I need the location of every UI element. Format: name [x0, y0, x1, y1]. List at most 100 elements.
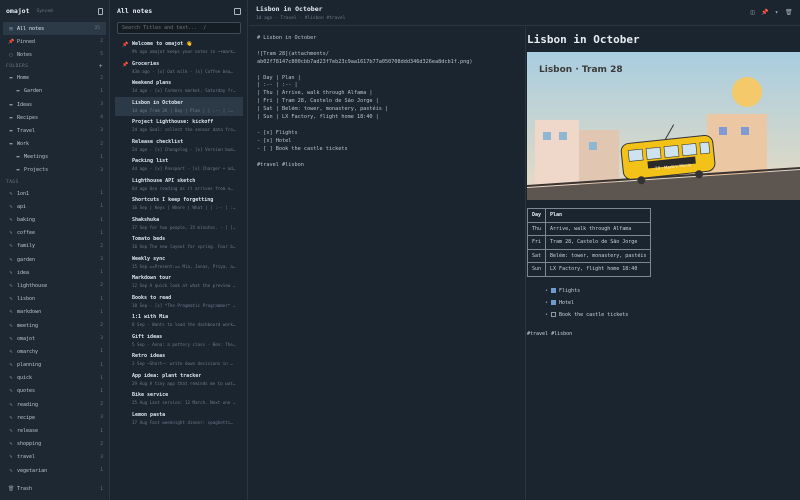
- note-item-title: Weekly sync: [132, 255, 166, 262]
- sidebar-item-notes[interactable]: ▢ Notes 5: [0, 48, 109, 61]
- search-input[interactable]: [122, 25, 236, 31]
- sidebar-item-quick[interactable]: ✎ quick 1: [0, 372, 109, 385]
- sidebar-item-baking[interactable]: ✎ baking 1: [0, 213, 109, 226]
- sidebar-item-label: omajot: [17, 335, 36, 342]
- note-list-item[interactable]: 1:1 with Mia 8 Sep - Wants to lead the da…: [115, 311, 243, 331]
- note-list-item[interactable]: Markdown tour 12 Sep A quick look at what…: [115, 272, 243, 292]
- note-list-item[interactable]: Lemon pasta 17 Aug Fast weeknight dinner:…: [115, 409, 243, 429]
- task-checkbox[interactable]: [551, 300, 557, 305]
- sidebar-item-home[interactable]: ▬ Home 2: [0, 72, 109, 85]
- sidebar-item-label: All notes: [17, 25, 45, 32]
- note-list-item[interactable]: App idea: plant tracker 29 Aug A tiny app…: [115, 370, 243, 390]
- trash-icon: 🗑: [8, 486, 15, 493]
- pin-note-icon[interactable]: 📌: [761, 9, 768, 16]
- note-list-item[interactable]: Release checklist 2d ago - [x] Changelog …: [115, 136, 243, 156]
- sidebar-item-trash[interactable]: 🗑 Trash 1: [0, 483, 109, 496]
- sidebar-item-all-notes[interactable]: ▤ All notes 25: [3, 22, 106, 36]
- note-list-item[interactable]: Packing list 4d ago - [x] Passport - [x] …: [115, 155, 243, 175]
- sidebar-item-projects[interactable]: ▬ Projects 3: [0, 164, 109, 177]
- sidebar-item-travel[interactable]: ✎ travel 3: [0, 451, 109, 464]
- note-list-item[interactable]: Shakshuka 17 Sep for two people, 25 minut…: [115, 214, 243, 234]
- new-note-icon[interactable]: [234, 7, 241, 15]
- note-list-item[interactable]: Books to read 10 Sep - [x] *The Pragmatic…: [115, 292, 243, 312]
- note-list-item[interactable]: 📌 Welcome to omajot 👋 9h ago omajot keeps …: [115, 38, 243, 58]
- table-row: Sat Belém: tower, monastery, pastéis: [526, 248, 652, 263]
- plan-table: Day Plan Thu Arrive, walk through Alfama Fr…: [526, 208, 652, 277]
- note-list-item[interactable]: Weekly sync 15 Sep ==Present:== Mia, Jona…: [115, 253, 243, 273]
- sidebar-item-ideas[interactable]: ▬ Ideas 3: [0, 98, 109, 111]
- note-list-item[interactable]: Lighthouse API sketch 6d ago Use reading …: [115, 175, 243, 195]
- sync-status: Synced: [36, 8, 53, 14]
- sidebar-item-family[interactable]: ✎ family 2: [0, 240, 109, 253]
- sidebar-item-pinned[interactable]: 📌 Pinned 2: [0, 35, 109, 48]
- note-list-item[interactable]: Lisbon in October 1d ago Tram 28 | Day | …: [115, 96, 243, 116]
- note-list-item[interactable]: Tomato beds 16 Sep The new layout for spr…: [115, 233, 243, 253]
- note-item-title: Bike service: [132, 392, 169, 398]
- device-icon[interactable]: [98, 7, 103, 15]
- sidebar-item-count: 1: [100, 204, 103, 210]
- sidebar-item-reading[interactable]: ✎ reading 2: [0, 398, 109, 411]
- note-item-preview: 2d ago Goal: collect the sensor data fro…: [132, 127, 236, 132]
- sidebar-item-release[interactable]: ✎ release 1: [0, 424, 109, 437]
- sidebar-item-count: 1: [100, 296, 103, 302]
- sidebar-item-recipes[interactable]: ▬ Recipes 4: [0, 111, 109, 124]
- tag-icon: ✎: [9, 362, 13, 369]
- sidebar-item-count: 1: [100, 388, 103, 394]
- task-checkbox[interactable]: [551, 288, 557, 293]
- split-view-icon[interactable]: ◫: [749, 9, 756, 16]
- tag-icon: ✎: [9, 454, 13, 461]
- task-item: • Hotel: [545, 297, 800, 309]
- sidebar-item-garden[interactable]: ▬ Garden 1: [0, 85, 109, 98]
- note-list-item[interactable]: 📌 Groceries 43m ago - [x] Oat milk - [x] C…: [115, 58, 243, 78]
- sidebar-item-garden[interactable]: ✎ garden 3: [0, 253, 109, 266]
- note-list-item[interactable]: Project Lighthouse: kickoff 2d ago Goal: …: [115, 116, 243, 136]
- sidebar-item-meetings[interactable]: ▬ Meetings 1: [0, 151, 109, 164]
- sidebar-item-planning[interactable]: ✎ planning 1: [0, 359, 109, 372]
- table-header-cell: Plan: [545, 208, 652, 223]
- task-item: • Flights: [545, 285, 800, 297]
- sidebar-item-quotes[interactable]: ✎ quotes 1: [0, 385, 109, 398]
- table-header-cell: Day: [526, 208, 547, 223]
- sidebar-item-meeting[interactable]: ✎ meeting 2: [0, 319, 109, 332]
- sidebar-item-count: 1: [100, 217, 103, 223]
- table-cell: Sat: [526, 248, 547, 263]
- markdown-editor[interactable]: # Lisbon in October ![Tram 28](attachmen…: [249, 27, 526, 500]
- folder-icon: ▬: [9, 114, 13, 121]
- add-folder-icon[interactable]: +: [99, 63, 103, 70]
- note-item-title: 1:1 with Mia: [132, 314, 169, 320]
- sidebar-item-coffee[interactable]: ✎ coffee 1: [0, 227, 109, 240]
- note-item-preview: 10 Sep - [x] *The Pragmatic Programmer* …: [132, 302, 236, 308]
- folders-label: FOLDERS: [6, 64, 29, 70]
- sidebar-item-count: 2: [100, 141, 103, 147]
- note-item-title: Weekend plans: [132, 80, 172, 86]
- sidebar-item-shopping[interactable]: ✎ shopping 2: [0, 438, 109, 451]
- sidebar-item-lighthouse[interactable]: ✎ lighthouse 2: [0, 279, 109, 292]
- sidebar-item-1on1[interactable]: ✎ 1on1 1: [0, 187, 109, 200]
- note-list-item[interactable]: Gift ideas 5 Sep - Anna: a pottery class …: [115, 331, 243, 351]
- sidebar-item-label: Recipes: [17, 114, 39, 121]
- note-list-item[interactable]: Shortcuts I keep forgetting 16 Sep | Keys…: [115, 194, 243, 214]
- sidebar-item-travel[interactable]: ▬ Travel 3: [0, 124, 109, 137]
- sidebar-item-vegetarian[interactable]: ✎ vegetarian 1: [0, 464, 109, 477]
- note-item-preview: 29 Aug A tiny app that reminds me to wat…: [132, 380, 236, 386]
- note-list-item[interactable]: Weekend plans 1d ago - [x] Farmers market…: [115, 77, 243, 97]
- sidebar-item-omajot[interactable]: ✎ omajot 3: [0, 332, 109, 345]
- delete-note-icon[interactable]: 🗑: [785, 9, 793, 16]
- note-list-item[interactable]: Bike service 25 Aug Last service: 12 Marc…: [115, 389, 243, 409]
- search-box[interactable]: [117, 22, 241, 34]
- sidebar-item-label: omarchy: [17, 348, 39, 355]
- tag-icon: ✎: [9, 190, 13, 197]
- sidebar-item-recipe[interactable]: ✎ recipe 3: [0, 411, 109, 424]
- task-checkbox[interactable]: [551, 312, 557, 317]
- note-list-item[interactable]: Retro ideas 3 Sep ~Short~: write down dec…: [115, 350, 243, 370]
- sidebar-item-markdown[interactable]: ✎ markdown 1: [0, 306, 109, 319]
- sidebar-item-idea[interactable]: ✎ idea 1: [0, 266, 109, 279]
- sidebar-item-api[interactable]: ✎ api 1: [0, 200, 109, 213]
- note-list-title: All notes: [117, 7, 153, 15]
- sidebar-item-lisbon[interactable]: ✎ lisbon 1: [0, 293, 109, 306]
- sidebar-item-omarchy[interactable]: ✎ omarchy 1: [0, 345, 109, 358]
- sidebar-item-work[interactable]: ▬ Work 2: [0, 138, 109, 151]
- tag-icon[interactable]: ▾: [773, 9, 780, 16]
- note-meta: 1d ago · Travel · #lisbon #travel: [256, 16, 346, 21]
- task-label: Book the castle tickets: [559, 311, 629, 318]
